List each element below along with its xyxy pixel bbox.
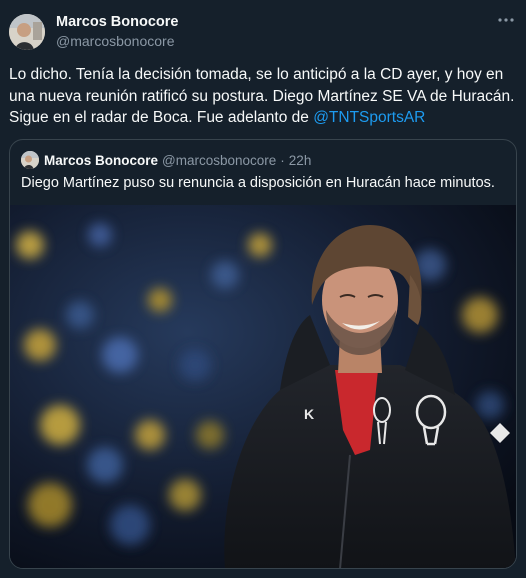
quoted-tweet-header: Marcos Bonocore @marcosbonocore · 22h — [21, 150, 311, 170]
tweet[interactable]: Marcos Bonocore @marcosbonocore Lo dicho… — [0, 0, 526, 578]
svg-text:K: K — [304, 406, 314, 422]
author-name[interactable]: Marcos Bonocore — [56, 14, 178, 30]
tweet-text: Lo dicho. Tenía la decisión tomada, se l… — [9, 64, 519, 129]
quoted-avatar[interactable] — [21, 151, 39, 169]
author-handle[interactable]: @marcosbonocore — [56, 33, 175, 49]
quoted-author-name[interactable]: Marcos Bonocore — [44, 153, 158, 168]
avatar[interactable] — [9, 14, 45, 50]
quoted-timestamp[interactable]: 22h — [289, 153, 312, 168]
more-icon[interactable] — [496, 10, 516, 30]
separator-dot: · — [280, 152, 285, 168]
mention-link[interactable]: @TNTSportsAR — [313, 109, 425, 126]
quoted-tweet-photo[interactable]: K — [10, 205, 516, 568]
tweet-text-content: Lo dicho. Tenía la decisión tomada, se l… — [9, 66, 515, 126]
quoted-tweet-text: Diego Martínez puso su renuncia a dispos… — [21, 175, 495, 191]
quoted-author-handle[interactable]: @marcosbonocore — [162, 153, 276, 168]
quoted-tweet[interactable]: Marcos Bonocore @marcosbonocore · 22h Di… — [9, 139, 517, 569]
